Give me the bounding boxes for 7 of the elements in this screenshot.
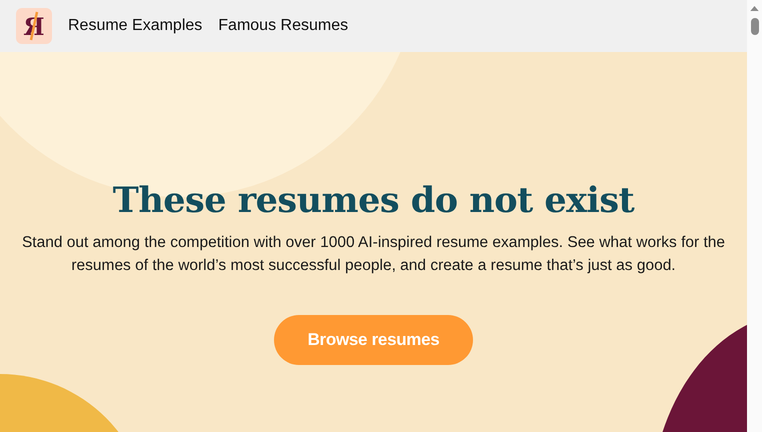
nav-link[interactable]: Famous Resumes	[218, 17, 348, 35]
hero-text: Stand out among the competition with over 1000 AI-inspired resume examples. See what works for the resumes of the world’s most successful people, and create a resume that’s just as good.	[20, 233, 726, 276]
scrollbar-thumb[interactable]	[750, 18, 758, 35]
scroll-up-icon[interactable]	[750, 6, 759, 11]
nav-link[interactable]: Resume Examples	[68, 17, 202, 35]
scrollbar[interactable]	[747, 0, 762, 432]
hero-title: These resumes do not exist	[112, 180, 634, 221]
